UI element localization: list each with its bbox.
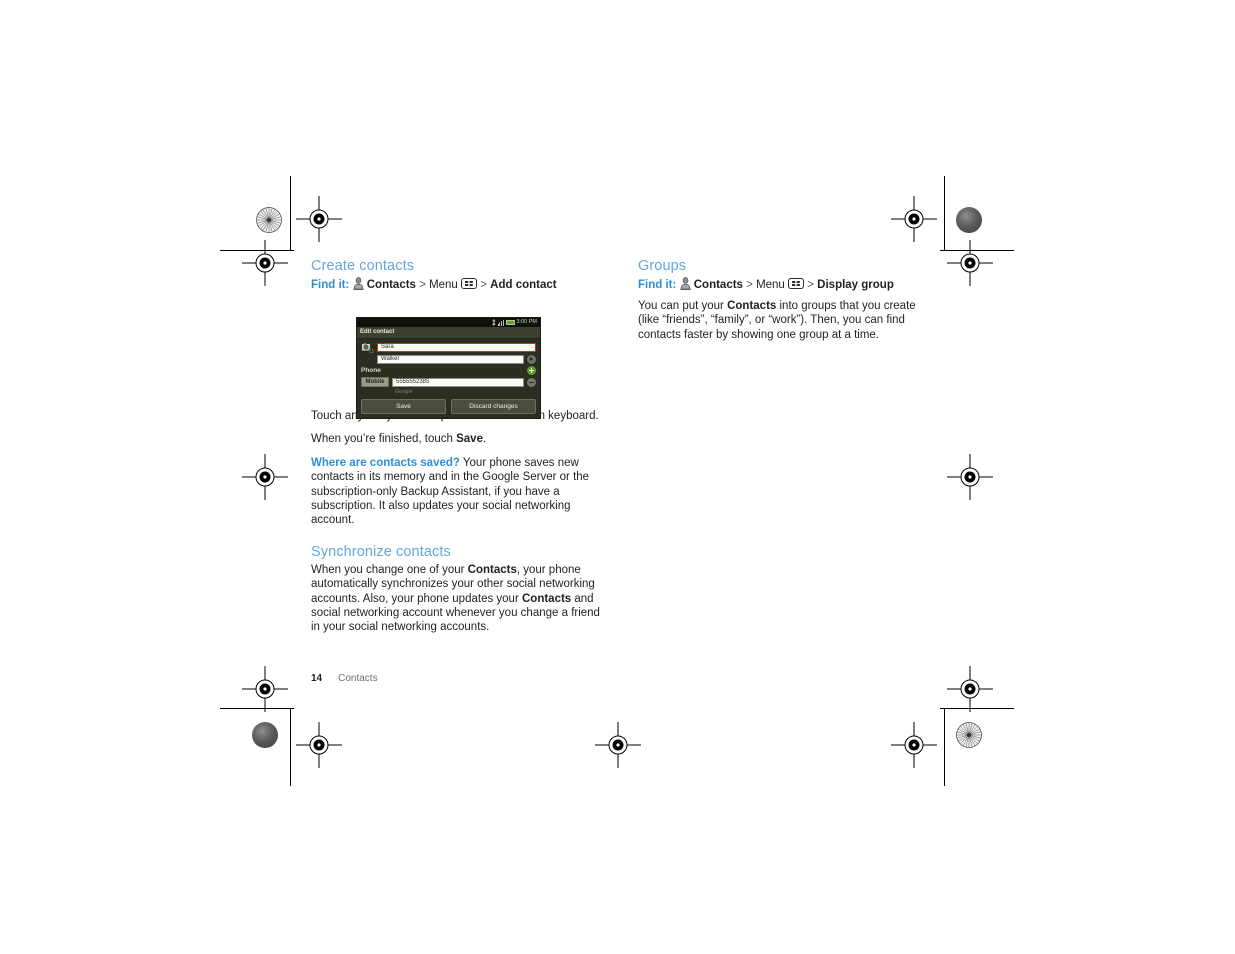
remove-phone-minus-icon[interactable] — [527, 377, 536, 387]
findit-path-groups: Find it: Contacts > Menu > Display group — [638, 277, 928, 293]
right-column: Groups Find it: Contacts > Menu > Displa… — [638, 258, 928, 351]
finish-line-post: . — [482, 433, 487, 446]
page-footer: 14 Contacts — [311, 672, 378, 685]
findit-separator: > — [419, 279, 426, 291]
save-button-label: Save — [396, 403, 411, 410]
findit-separator: > — [480, 279, 487, 291]
phone-type-label: Mobile — [365, 378, 385, 385]
groups-bold-contacts: Contacts — [727, 300, 777, 312]
first-name-row: Sara — [361, 341, 536, 354]
findit-menu-label: Menu — [756, 279, 785, 291]
bluetooth-icon — [492, 319, 496, 326]
findit-label: Find it: — [638, 279, 677, 291]
paragraph-groups: You can put your Contacts into groups th… — [638, 299, 928, 342]
findit-separator: > — [746, 279, 753, 291]
phone-number-value: 5555552385 — [396, 378, 430, 385]
signal-strength-icon — [497, 319, 504, 326]
status-bar-time: 3:00 PM — [516, 319, 537, 325]
phone-screen-body: Sara Walker Phone Mobile 5555552385 Goog… — [357, 339, 540, 396]
menu-key-icon — [461, 278, 478, 289]
phone-number-field[interactable]: 5555552385 — [392, 377, 524, 387]
sync-bold-contacts-2: Contacts — [521, 592, 572, 605]
phone-screenshot-edit-contact: 3:00 PM Edit contact Sara Walker Phone M… — [356, 317, 541, 419]
last-name-field[interactable]: Walker — [377, 355, 524, 364]
phone-status-bar: 3:00 PM — [357, 318, 540, 327]
account-label: Google — [395, 389, 413, 395]
last-name-value: Walker — [381, 356, 400, 362]
sync-text-part1: When you change one of your — [311, 563, 468, 576]
callout-where-are-contacts-saved: Where are contacts saved? — [311, 456, 460, 469]
save-button[interactable]: Save — [361, 399, 446, 414]
manual-page: Create contacts Find it: Contacts > Menu — [0, 0, 1235, 954]
discard-button-label: Discard changes — [469, 403, 518, 410]
first-name-field[interactable]: Sara — [377, 342, 536, 352]
phone-section-header: Phone — [361, 366, 536, 375]
section-heading-create-contacts: Create contacts — [311, 258, 415, 274]
expand-name-arrow-icon[interactable] — [527, 355, 536, 364]
left-column: Create contacts Find it: Contacts > Menu — [311, 258, 601, 644]
phone-section-label: Phone — [361, 367, 381, 374]
paragraph-synchronize-contacts: When you change one of your Contacts, yo… — [311, 563, 601, 635]
paragraph-where-are-contacts-saved: Where are contacts saved? Your phone sav… — [311, 456, 601, 528]
contact-photo-icon[interactable] — [361, 341, 375, 354]
phone-screen-title: Edit contact — [360, 329, 395, 335]
findit-contacts-app: Contacts — [693, 279, 743, 291]
finish-line-save: Save — [456, 433, 483, 446]
phone-action-buttons: Save Discard changes — [357, 397, 540, 417]
finish-line-pre: When you’re finished, touch — [311, 433, 457, 446]
page-number: 14 — [311, 673, 323, 684]
menu-key-icon — [788, 278, 805, 289]
discard-changes-button[interactable]: Discard changes — [451, 399, 536, 414]
groups-text-part1: You can put your — [638, 300, 728, 312]
section-heading-groups: Groups — [638, 258, 687, 274]
findit-label: Find it: — [311, 279, 350, 291]
footer-section-name: Contacts — [338, 673, 378, 684]
findit-path-create-contacts: Find it: Contacts > Menu > Add contact — [311, 277, 601, 293]
findit-target-add-contact: Add contact — [490, 279, 557, 291]
add-phone-plus-icon[interactable] — [527, 366, 536, 375]
last-name-row: Walker — [361, 355, 536, 364]
paragraph-when-finished: When you’re finished, touch Save. — [311, 432, 601, 446]
findit-separator: > — [807, 279, 814, 291]
sync-bold-contacts-1: Contacts — [467, 563, 517, 576]
phone-screen-title-bar: Edit contact — [357, 327, 540, 339]
contacts-person-icon — [679, 277, 691, 290]
findit-menu-label: Menu — [429, 279, 458, 291]
first-name-value: Sara — [381, 343, 394, 350]
phone-number-row: Mobile 5555552385 — [361, 377, 536, 387]
phone-type-button[interactable]: Mobile — [361, 377, 389, 387]
findit-contacts-app: Contacts — [366, 279, 416, 291]
battery-icon — [505, 320, 515, 325]
contacts-person-icon — [352, 277, 364, 290]
findit-target-display-group: Display group — [817, 279, 894, 291]
section-heading-synchronize-contacts: Synchronize contacts — [311, 543, 451, 560]
